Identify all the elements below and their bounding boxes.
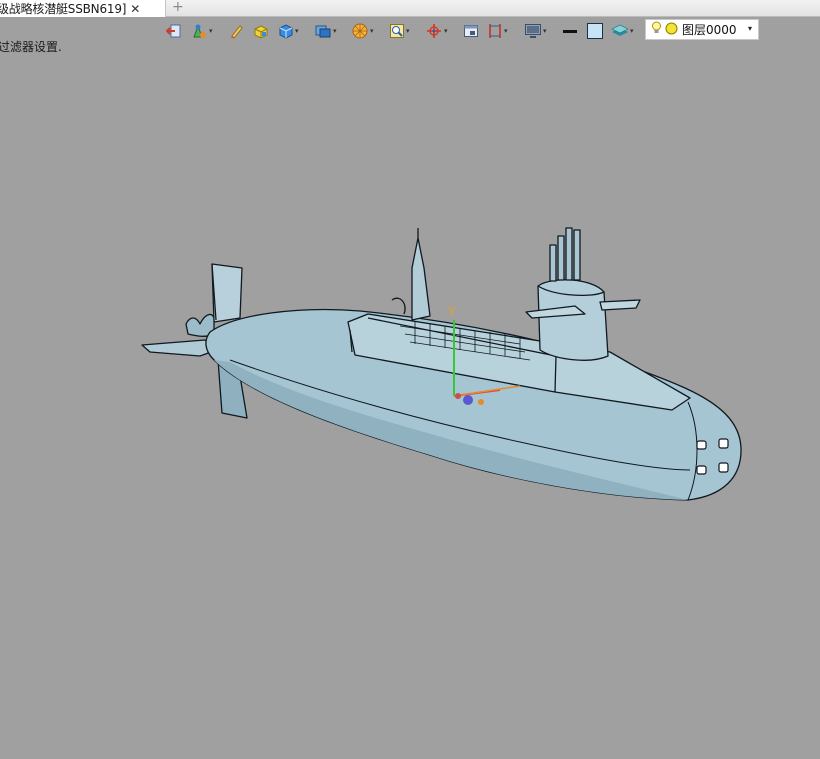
- document-tab-bar: 级战略核潜艇SSBN619] ✕ +: [0, 0, 820, 17]
- dropdown-caret-icon: ▾: [444, 26, 448, 35]
- exit-button[interactable]: [166, 21, 182, 41]
- cube-icon: [278, 23, 294, 39]
- cube-button[interactable]: ▾: [278, 21, 299, 41]
- dropdown-caret-icon: ▾: [406, 26, 410, 35]
- fill-color-icon: [586, 22, 604, 40]
- antenna-mast: [411, 237, 431, 321]
- monitor-icon: [524, 23, 542, 39]
- document-tab-title: 级战略核潜艇SSBN619]: [0, 2, 127, 16]
- zoom-frame-icon: [389, 23, 405, 39]
- layer-name: 图层0000: [682, 23, 737, 37]
- render-sphere-icon: [351, 22, 369, 40]
- layer-dropdown-icon[interactable]: ▾: [748, 24, 752, 33]
- box-solid-icon: [253, 23, 269, 39]
- lightbulb-icon[interactable]: [651, 20, 662, 39]
- 3d-viewport[interactable]: Y: [0, 44, 820, 759]
- line-weight-icon: [561, 23, 579, 39]
- dropdown-caret-icon: ▾: [370, 26, 374, 35]
- display-mode-button[interactable]: ▾: [524, 21, 547, 41]
- periscopes: [549, 227, 581, 282]
- render-button[interactable]: ▾: [351, 21, 374, 41]
- svg-text:Y: Y: [447, 305, 456, 319]
- dropdown-caret-icon: ▾: [504, 26, 508, 35]
- layer-select[interactable]: 图层0000 ▾: [645, 19, 759, 40]
- box-solid-button[interactable]: [253, 21, 269, 41]
- dropdown-caret-icon: ▾: [209, 26, 213, 35]
- zoom-frame-button[interactable]: ▾: [389, 21, 410, 41]
- window-icon: [463, 23, 479, 39]
- layer-color-icon[interactable]: [665, 20, 678, 39]
- layer-stack-button[interactable]: ▾: [611, 21, 634, 41]
- fill-color-button[interactable]: [586, 21, 604, 41]
- dimension-button[interactable]: ▾: [487, 21, 508, 41]
- upper-rudder-fin: [211, 263, 243, 323]
- close-tab-icon[interactable]: ✕: [130, 2, 140, 16]
- view-orientation-icon: [314, 23, 332, 39]
- line-weight-button[interactable]: [561, 21, 579, 41]
- axis-triad-button[interactable]: ▾: [425, 21, 448, 41]
- pencil-icon: [229, 23, 245, 39]
- conning-tower: [537, 279, 609, 361]
- window-button[interactable]: [463, 21, 479, 41]
- document-tab[interactable]: 级战略核潜艇SSBN619] ✕: [0, 0, 166, 17]
- dropdown-caret-icon: ▾: [543, 26, 547, 35]
- submarine-3d-model[interactable]: Y: [0, 44, 820, 759]
- dropdown-caret-icon: ▾: [333, 26, 337, 35]
- sketch-button[interactable]: [229, 21, 245, 41]
- part-color-button[interactable]: ▾: [190, 21, 213, 41]
- part-color-icon: [190, 23, 208, 39]
- new-tab-button[interactable]: +: [172, 0, 184, 15]
- dimension-icon: [487, 22, 503, 40]
- dropdown-caret-icon: ▾: [630, 26, 634, 35]
- view-orientation-button[interactable]: ▾: [314, 21, 337, 41]
- exit-icon: [166, 23, 182, 39]
- layer-stack-icon: [611, 23, 629, 39]
- axis-triad-icon: [425, 22, 443, 40]
- dropdown-caret-icon: ▾: [295, 26, 299, 35]
